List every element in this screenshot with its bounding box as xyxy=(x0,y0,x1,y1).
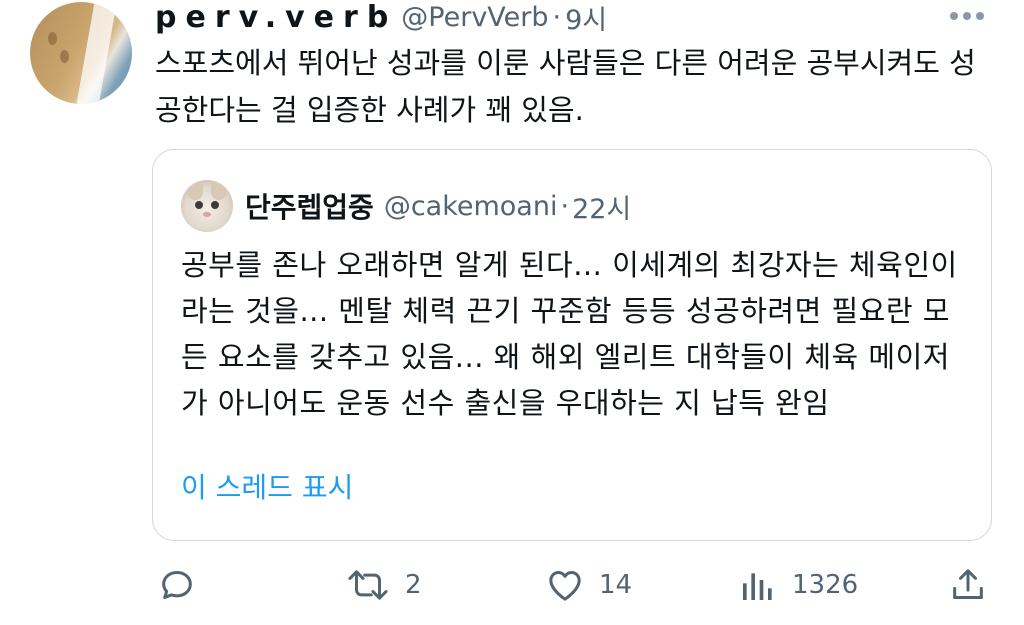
views-icon xyxy=(743,573,772,600)
quoted-author-display-name[interactable]: 단주렙업중 xyxy=(245,186,374,226)
author-avatar[interactable] xyxy=(30,2,132,104)
views-count: 1326 xyxy=(792,570,859,600)
quoted-tweet-text: 공부를 존나 오래하면 알게 된다... 이세계의 최강자는 체육인이라는 것을… xyxy=(181,248,958,420)
like-count: 14 xyxy=(599,570,633,600)
retweet-button[interactable]: 2 xyxy=(345,562,422,608)
heart-icon xyxy=(549,571,581,601)
tweet-text: 스포츠에서 뛰어난 성과를 이룬 사람들은 다른 어려운 공부시켜도 성공한다는… xyxy=(155,46,976,127)
quoted-tweet[interactable]: 단주렙업중 @cakemoani · 22시 공부를 존나 오래하면 알게 된다… xyxy=(152,149,992,541)
author-handle[interactable]: @PervVerb xyxy=(401,2,548,33)
quoted-author-handle[interactable]: @cakemoani xyxy=(384,191,558,222)
author-display-name[interactable]: perv.verb xyxy=(155,0,397,35)
show-thread-link[interactable]: 이 스레드 표시 xyxy=(181,466,353,506)
retweet-count: 2 xyxy=(405,570,422,600)
action-bar: 2 14 1326 xyxy=(0,562,1024,608)
reply-button[interactable] xyxy=(157,562,197,608)
footprint-decoration xyxy=(48,32,57,45)
views-button[interactable]: 1326 xyxy=(738,562,858,608)
tweet-header: perv.verb @PervVerb · 9시 xyxy=(155,0,607,37)
like-button[interactable]: 14 xyxy=(545,562,632,608)
retweet-icon xyxy=(348,570,388,600)
tweet: perv.verb @PervVerb · 9시 스포츠에서 뛰어난 성과를 이… xyxy=(0,0,1024,625)
tweet-timestamp[interactable]: 9시 xyxy=(565,0,607,37)
reply-icon xyxy=(162,571,192,599)
separator-dot: · xyxy=(560,190,570,222)
more-options-icon[interactable] xyxy=(950,12,984,20)
quoted-author-avatar[interactable] xyxy=(181,180,233,232)
quoted-tweet-header: 단주렙업중 @cakemoani · 22시 xyxy=(245,186,631,226)
share-icon xyxy=(953,569,983,599)
quoted-tweet-timestamp[interactable]: 22시 xyxy=(572,187,631,226)
footprint-decoration xyxy=(60,50,69,63)
avatar-foam-decoration xyxy=(73,2,119,104)
separator-dot: · xyxy=(552,1,562,33)
share-button[interactable] xyxy=(948,562,988,608)
